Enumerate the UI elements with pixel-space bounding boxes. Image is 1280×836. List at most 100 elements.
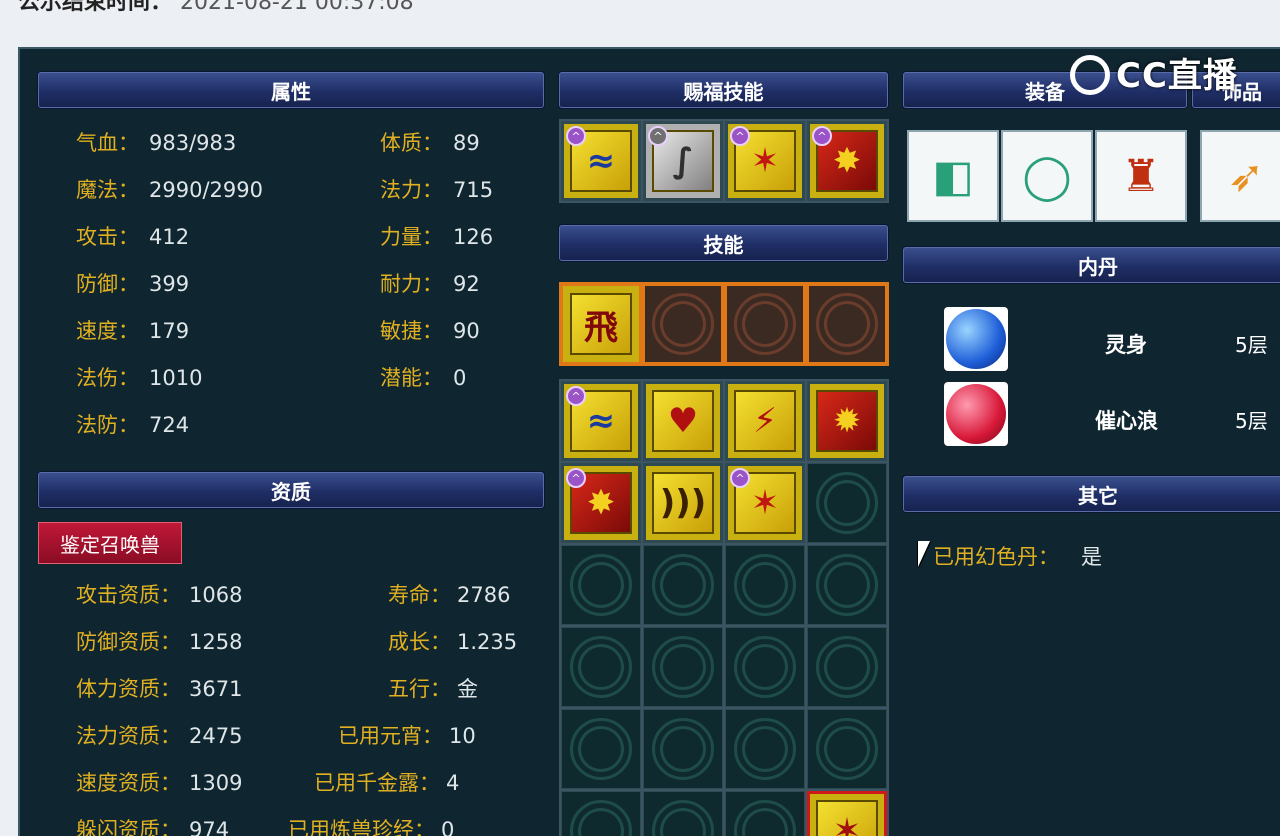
apt-magic: 法力资质： 2475 [76,724,243,748]
skill-slot-empty [725,545,805,625]
blessing-skill-grid: ≈ ^ ∫ ^ ✶ ^ ✸ ^ [559,119,889,203]
publicity-end-time: 公示结束时间： 2021-08-21 00:37:08 [18,0,414,15]
inner-core-name: 催心浪 [1095,409,1158,433]
apt-stamina: 体力资质： 3671 [76,677,243,701]
skill-slot-empty [643,545,723,625]
attr-potential: 潜能： 0 [380,366,467,390]
skill-slot-empty [561,709,641,789]
attr-mp: 魔法： 2990/2990 [76,178,263,202]
skill-slot[interactable]: ✹ [807,381,887,461]
skill-slot-empty [807,463,887,543]
cc-logo-icon [1070,55,1110,95]
attr-magic-damage: 法伤： 1010 [76,366,203,390]
apt-defense: 防御资质： 1258 [76,630,243,654]
inner-core-level: 5层 [1235,409,1268,433]
advanced-badge-icon: ^ [566,126,586,146]
skill-slot-empty [643,709,723,789]
attr-constitution: 体质： 89 [380,131,480,155]
wing-icon: ➶ [1227,150,1265,202]
attr-magic-defense: 法防： 724 [76,413,190,437]
advanced-badge-icon: ^ [566,468,586,488]
cuixinlang-icon [946,384,1006,444]
equipment-slot[interactable]: ◯ [1001,130,1093,222]
other-color-pill: 已用幻色丹：是 [933,545,1102,569]
inner-core-header: 内丹 [903,247,1280,283]
skill-slot[interactable]: ))) [643,463,723,543]
attr-agility: 敏捷： 90 [380,319,480,343]
skill-slot-empty [807,709,887,789]
skill-slot[interactable]: ⚡ [725,381,805,461]
attr-attack: 攻击： 412 [76,225,190,249]
skill-slot-empty [643,627,723,707]
attributes-header: 属性 [38,72,544,108]
skill-slot-empty [561,627,641,707]
talent-skill-slot[interactable]: 飛 [561,284,641,364]
apt-element: 五行：金 [388,677,478,701]
attr-strength: 力量： 126 [380,225,494,249]
other-header: 其它 [903,476,1280,512]
skill-slot-empty [561,791,641,836]
apt-speed: 速度资质： 1309 [76,771,243,795]
blessing-skills-header: 赐福技能 [559,72,888,108]
beast-skill-icon: ⚡ [734,390,796,452]
apt-lifespan: 寿命： 2786 [388,583,511,607]
accessory-slot[interactable]: ➶ [1200,130,1280,222]
equipment-slot[interactable]: ◧ [907,130,999,222]
skill-slot-empty [561,545,641,625]
advanced-badge-icon: ^ [648,126,668,146]
apt-growth: 成长： 1.235 [388,630,518,654]
skill-slot[interactable]: ✸ ^ [561,463,641,543]
aptitude-header: 资质 [38,472,544,508]
flame-skill-icon: ✹ [816,390,878,452]
apt-attack: 攻击资质： 1068 [76,583,243,607]
skills-header: 技能 [559,225,888,261]
ring-icon: ◯ [1022,150,1072,202]
identify-pet-button[interactable]: 鉴定召唤兽 [38,522,182,564]
skill-slot-empty [725,627,805,707]
attr-magic-power: 法力： 715 [380,178,494,202]
skill-slot[interactable]: ✶ [807,791,887,836]
talent-skill-slot-empty [725,284,805,364]
blessing-skill-slot[interactable]: ∫ ^ [643,121,723,201]
advanced-badge-icon: ^ [730,126,750,146]
advanced-badge-icon: ^ [730,468,750,488]
blessing-skill-slot[interactable]: ✶ ^ [725,121,805,201]
inner-core-icon[interactable] [944,382,1008,446]
apt-used-qianjinlu: 已用千金露： 4 [314,771,460,795]
skill-slot-empty [807,627,887,707]
attr-defense: 防御： 399 [76,272,190,296]
cc-live-watermark: CC直播 [1070,48,1238,97]
talent-skill-icon: 飛 [570,293,632,355]
apt-used-lianshou: 已用炼兽珍经： 0 [288,818,455,836]
claw-skill-icon: ✶ [816,800,878,836]
skill-slot-empty [725,709,805,789]
skill-slot-empty [725,791,805,836]
apt-used-yuanxiao: 已用元宵： 10 [338,724,476,748]
advanced-badge-icon: ^ [566,386,586,406]
attr-speed: 速度： 179 [76,319,190,343]
bracer-icon: ◧ [932,150,974,202]
inner-core-level: 5层 [1235,333,1268,357]
skill-slot[interactable]: ≈ ^ [561,381,641,461]
armor-icon: ♜ [1121,150,1161,202]
attr-hp: 气血： 983/983 [76,131,237,155]
skill-slot-empty [807,545,887,625]
pet-detail-panel: 属性 赐福技能 装备 饰品 技能 内丹 资质 其它 气血： 983/983 魔法：… [18,47,1280,836]
blessing-skill-slot[interactable]: ≈ ^ [561,121,641,201]
advanced-badge-icon: ^ [812,126,832,146]
inner-core-icon[interactable] [944,307,1008,371]
skill-slot[interactable]: ♥ [643,381,723,461]
apt-dodge: 躲闪资质： 974 [76,818,230,836]
talent-skill-slot-empty [643,284,723,364]
skill-slot[interactable]: ✶ ^ [725,463,805,543]
mouse-cursor-icon [918,541,930,567]
skill-grid: ≈ ^ ♥ ⚡ ✹ ✸ ^ ))) ✶ ^ ✶ [559,379,889,836]
equipment-slot[interactable]: ♜ [1095,130,1187,222]
attr-endurance: 耐力： 92 [380,272,480,296]
talent-skill-slot-empty [807,284,887,364]
lingshen-icon [946,309,1006,369]
heart-skill-icon: ♥ [652,390,714,452]
talent-skill-row: 飛 [559,282,889,366]
blessing-skill-slot[interactable]: ✸ ^ [807,121,887,201]
wave-skill-icon: ))) [652,472,714,534]
